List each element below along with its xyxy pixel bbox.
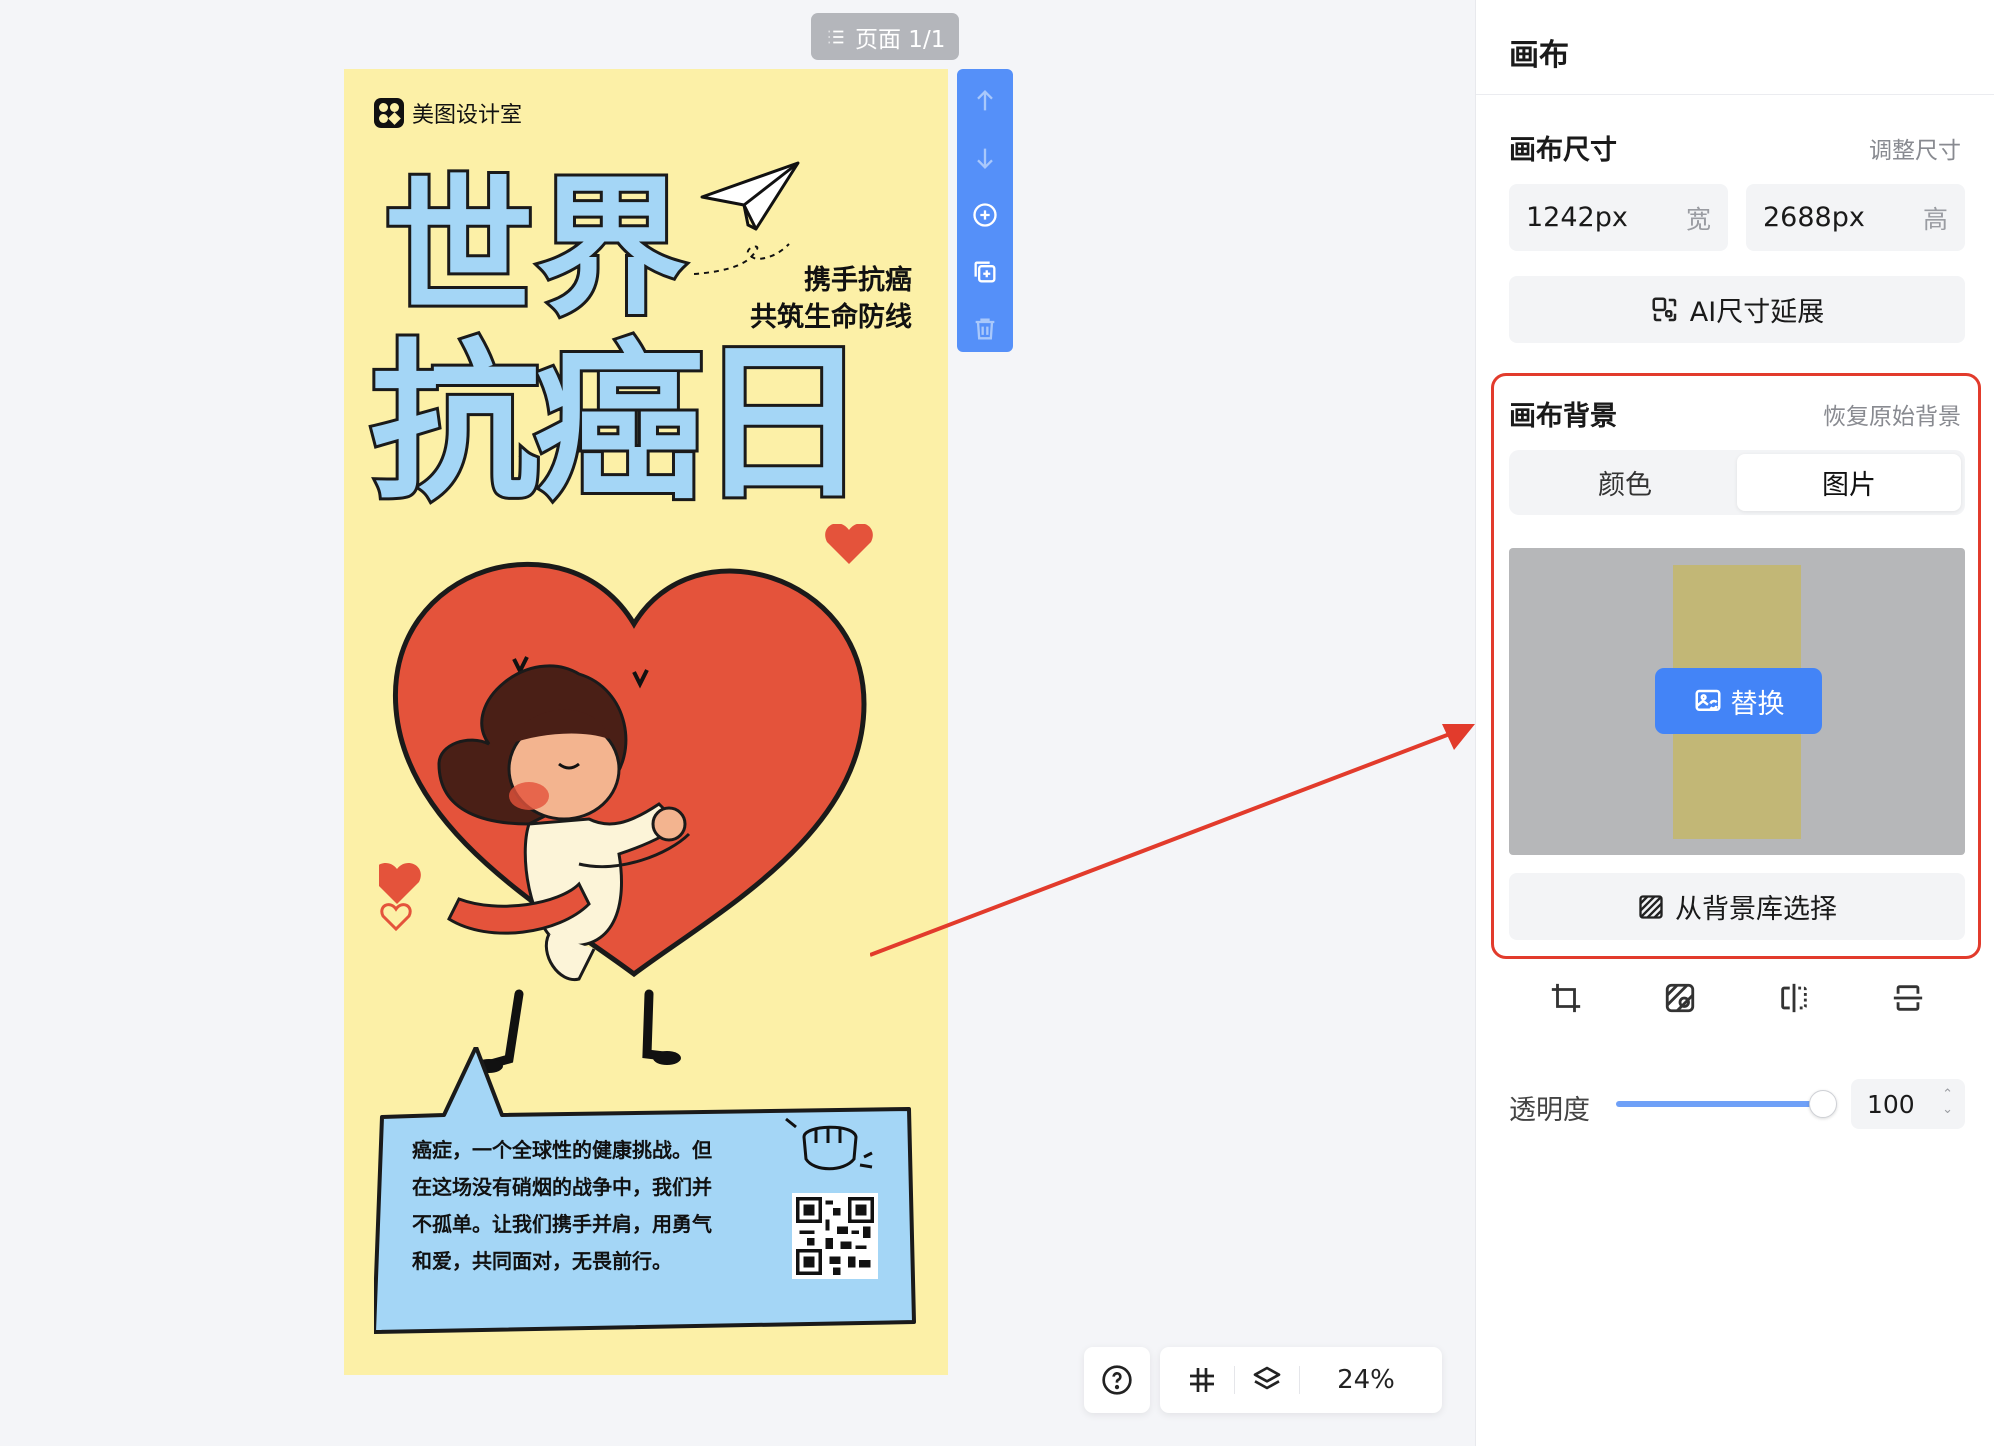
properties-panel: 画布 画布尺寸 调整尺寸 1242px 宽 2688px 高 AI尺寸延展 画布… bbox=[1475, 0, 1994, 1446]
poster-title-line2: 抗癌日 bbox=[367, 325, 871, 523]
brand-logo: 美图设计室 bbox=[374, 97, 522, 129]
layers-icon bbox=[1253, 1366, 1281, 1390]
help-button[interactable] bbox=[1084, 1347, 1150, 1413]
flip-vertical-icon bbox=[1893, 985, 1923, 1011]
stepper-icon[interactable]: ⌃ ⌄ bbox=[1942, 1087, 1953, 1117]
height-field[interactable]: 2688px 高 bbox=[1746, 184, 1965, 251]
delete-page-button[interactable] bbox=[965, 307, 1005, 350]
add-page-button[interactable] bbox=[965, 193, 1005, 236]
brand-name: 美图设计室 bbox=[412, 103, 523, 128]
poster-body-text: 癌症，一个全球性的健康挑战。但 在这场没有硝烟的战争中，我们并 不孤单。让我们携… bbox=[412, 1132, 752, 1280]
body-line: 在这场没有硝烟的战争中，我们并 bbox=[412, 1175, 712, 1199]
replace-image-icon bbox=[1695, 689, 1720, 711]
body-line: 和爱，共同面对，无畏前行。 bbox=[412, 1249, 672, 1273]
bg-library-button[interactable]: 从背景库选择 bbox=[1509, 873, 1965, 940]
divider bbox=[1476, 94, 1994, 95]
replace-button[interactable]: 替换 bbox=[1655, 668, 1822, 734]
crop-icon bbox=[1551, 983, 1581, 1013]
texture-icon bbox=[1665, 983, 1695, 1013]
pattern-icon bbox=[1639, 894, 1663, 919]
canvas-workspace: 页面 1/1 美图设计室 世界 抗癌日 携手抗癌 共筑生命防线 癌症，一个全球性… bbox=[0, 0, 1475, 1446]
opacity-value: 100 bbox=[1867, 1089, 1915, 1119]
flip-vertical-button[interactable] bbox=[1883, 973, 1933, 1023]
ai-extend-label: AI尺寸延展 bbox=[1689, 297, 1825, 328]
panel-title: 画布 bbox=[1509, 38, 1569, 73]
grid-icon bbox=[1190, 1368, 1214, 1392]
arrow-down-icon bbox=[977, 148, 993, 169]
qr-code[interactable] bbox=[792, 1193, 878, 1279]
body-line: 癌症，一个全球性的健康挑战。但 bbox=[412, 1138, 712, 1162]
width-field[interactable]: 1242px 宽 bbox=[1509, 184, 1728, 251]
bg-type-tabs: 颜色 图片 bbox=[1509, 450, 1965, 515]
page-indicator[interactable]: 页面 1/1 bbox=[811, 13, 960, 60]
height-value: 2688px bbox=[1763, 202, 1865, 233]
duplicate-page-button[interactable] bbox=[965, 250, 1005, 293]
raised-fist-icon bbox=[785, 1117, 873, 1171]
help-icon bbox=[1102, 1365, 1132, 1395]
layers-button[interactable] bbox=[1235, 1347, 1299, 1413]
texture-button[interactable] bbox=[1655, 973, 1705, 1023]
ai-extend-icon bbox=[1652, 297, 1677, 321]
zoom-level[interactable]: 24% bbox=[1300, 1365, 1432, 1395]
bg-preview: 替换 bbox=[1509, 548, 1965, 855]
hugging-heart-illustration bbox=[379, 524, 873, 1073]
opacity-slider-track[interactable] bbox=[1616, 1101, 1826, 1107]
subtitle-line2: 共筑生命防线 bbox=[750, 302, 912, 333]
canvas-size-title: 画布尺寸 bbox=[1509, 135, 1617, 166]
brand-mark-icon bbox=[374, 98, 404, 128]
duplicate-page-icon bbox=[974, 261, 996, 282]
poster-title-line1: 世界 bbox=[381, 162, 689, 336]
tab-color[interactable]: 颜色 bbox=[1513, 454, 1737, 511]
opacity-input[interactable]: 100 ⌃ ⌄ bbox=[1851, 1079, 1965, 1129]
page-toolbar bbox=[957, 69, 1013, 352]
body-line: 不孤单。让我们携手并肩，用勇气 bbox=[412, 1212, 712, 1236]
opacity-slider-handle[interactable] bbox=[1809, 1090, 1837, 1118]
crop-button[interactable] bbox=[1541, 973, 1591, 1023]
annotation-arrow bbox=[870, 724, 1475, 957]
page-indicator-label: 页面 1/1 bbox=[855, 26, 946, 53]
width-unit: 宽 bbox=[1685, 204, 1711, 234]
grid-button[interactable] bbox=[1170, 1347, 1234, 1413]
bottom-toolbar: 24% bbox=[1084, 1347, 1442, 1413]
view-controls: 24% bbox=[1160, 1347, 1442, 1413]
delete-icon bbox=[975, 318, 995, 339]
flip-horizontal-button[interactable] bbox=[1769, 973, 1819, 1023]
bg-library-label: 从背景库选择 bbox=[1675, 894, 1837, 925]
ai-extend-button[interactable]: AI尺寸延展 bbox=[1509, 276, 1965, 343]
add-page-icon bbox=[973, 202, 997, 227]
image-tools bbox=[1509, 973, 1965, 1023]
resize-link[interactable]: 调整尺寸 bbox=[1869, 131, 1961, 165]
poster-canvas[interactable]: 美图设计室 世界 抗癌日 携手抗癌 共筑生命防线 癌症，一个全球性的健康挑战。但… bbox=[344, 69, 948, 1375]
opacity-label: 透明度 bbox=[1509, 1095, 1590, 1126]
tab-image[interactable]: 图片 bbox=[1737, 454, 1961, 511]
height-unit: 高 bbox=[1922, 204, 1948, 234]
replace-label: 替换 bbox=[1730, 688, 1785, 720]
subtitle-line1: 携手抗癌 bbox=[804, 265, 912, 296]
width-value: 1242px bbox=[1526, 202, 1628, 233]
move-up-button[interactable] bbox=[965, 79, 1005, 122]
flip-horizontal-icon bbox=[1781, 983, 1807, 1013]
poster-subtitle: 携手抗癌 共筑生命防线 bbox=[750, 262, 912, 336]
list-icon bbox=[828, 30, 844, 43]
move-down-button[interactable] bbox=[965, 136, 1005, 179]
canvas-bg-title: 画布背景 bbox=[1509, 401, 1617, 432]
restore-bg-link[interactable]: 恢复原始背景 bbox=[1823, 397, 1961, 431]
arrow-up-icon bbox=[977, 89, 993, 110]
